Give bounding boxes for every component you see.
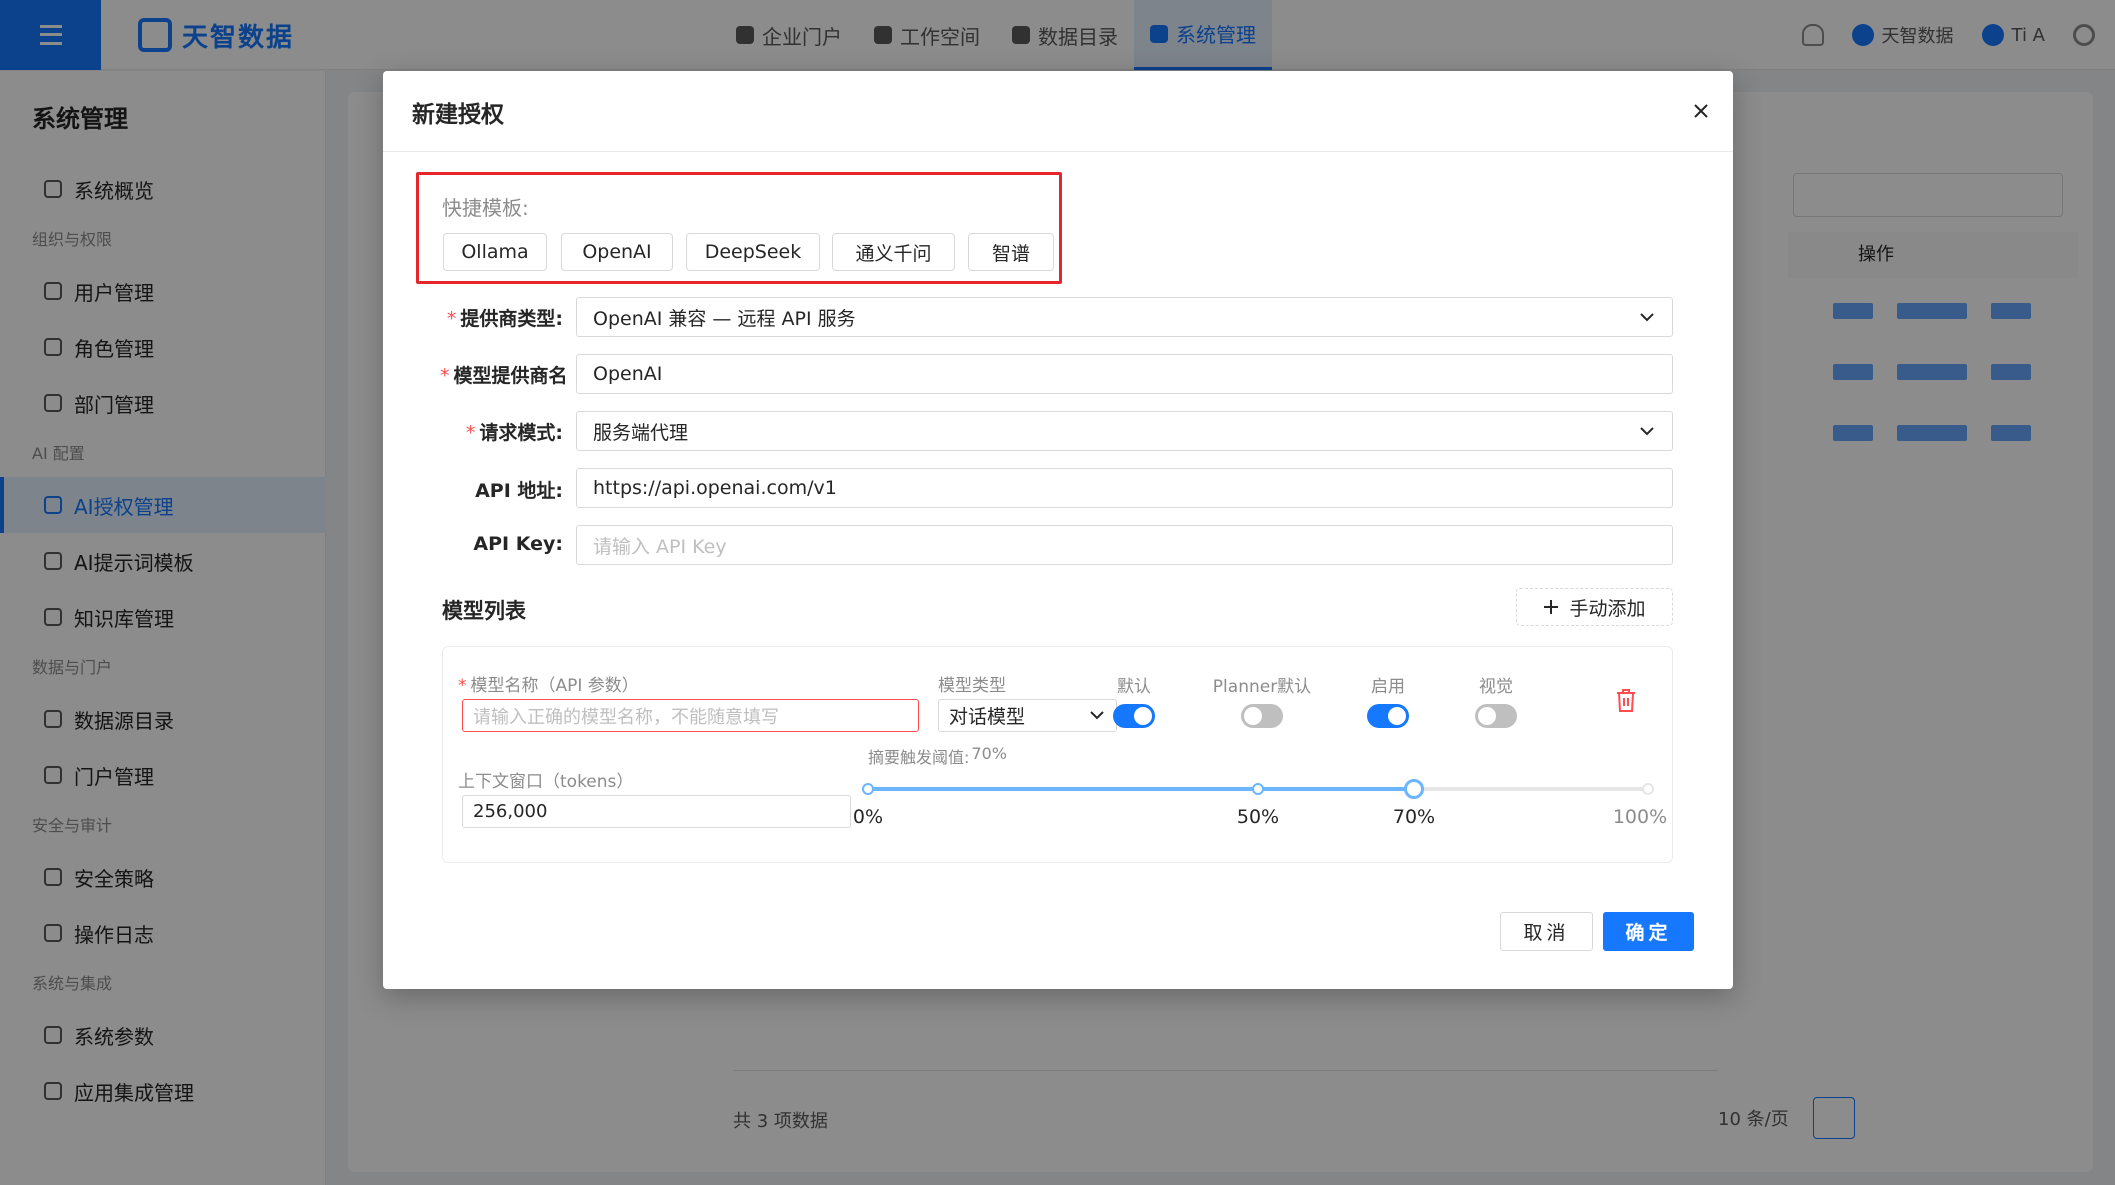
slider-mark-dot [1252,783,1264,795]
dialog-title: 新建授权 [412,102,504,128]
trash-icon[interactable] [1614,687,1638,713]
api-url-input[interactable]: https://api.openai.com/v1 [576,468,1673,508]
default-toggle[interactable] [1113,704,1155,728]
enabled-toggle[interactable] [1367,704,1409,728]
api-key-input[interactable]: 请输入 API Key [576,525,1673,565]
chevron-down-icon [1640,427,1654,436]
slider-mark-label: 0% [852,806,884,828]
model-type-select[interactable]: 对话模型 [938,699,1117,732]
template-zhipu-button[interactable]: 智谱 [968,233,1054,271]
slider-track [868,787,1414,791]
new-authorization-dialog: 新建授权 快捷模板: Ollama OpenAI DeepSeek 通义千问 智… [383,71,1733,989]
template-openai-button[interactable]: OpenAI [561,233,673,271]
plus-icon [1544,600,1559,614]
api-url-label: API 地址: [475,480,563,502]
context-window-label: 上下文窗口（tokens） [458,772,634,792]
api-key-label: API Key: [473,533,563,555]
model-type-label: 模型类型 [938,676,1006,696]
context-window-input[interactable]: 256,000 [462,795,851,828]
vision-label: 视觉 [1479,677,1513,697]
threshold-label: 摘要触发阈值: 70% [868,744,1007,767]
model-list-title: 模型列表 [442,599,526,623]
confirm-button[interactable]: 确定 [1603,912,1694,951]
provider-type-select[interactable]: OpenAI 兼容 — 远程 API 服务 [576,297,1673,337]
provider-name-input[interactable]: OpenAI [576,354,1673,394]
request-mode-label: * 请求模式: [465,422,563,444]
chevron-down-icon [1090,711,1104,720]
provider-type-label: * 提供商类型: [446,308,563,330]
cancel-button[interactable]: 取消 [1500,912,1593,951]
template-ollama-button[interactable]: Ollama [443,233,547,271]
model-name-input[interactable]: 请输入正确的模型名称，不能随意填写 [462,699,919,732]
chevron-down-icon [1640,313,1654,322]
slider-mark-label: 100% [1612,806,1668,828]
slider-mark-dot [862,783,874,795]
slider-mark-label: 70% [1392,806,1436,828]
add-model-button[interactable]: 手动添加 [1516,588,1673,626]
model-card: * 模型名称（API 参数） 请输入正确的模型名称，不能随意填写 模型类型 对话模… [442,646,1673,863]
model-name-label: * 模型名称（API 参数） [458,676,639,696]
dialog-header: 新建授权 [383,71,1733,152]
request-mode-select[interactable]: 服务端代理 [576,411,1673,451]
close-icon[interactable] [1683,93,1719,129]
provider-name-label: * 模型提供商名 [440,365,568,387]
slider-handle[interactable] [1404,779,1424,799]
planner-default-toggle[interactable] [1241,704,1283,728]
template-tongyi-button[interactable]: 通义千问 [832,233,955,271]
summary-threshold-slider[interactable]: 0% 50% 70% 100% [853,779,1667,840]
vision-toggle[interactable] [1475,704,1517,728]
slider-mark-dot [1642,783,1654,795]
template-deepseek-button[interactable]: DeepSeek [686,233,820,271]
quick-templates-label: 快捷模板: [442,196,529,220]
slider-mark-label: 50% [1236,806,1280,828]
